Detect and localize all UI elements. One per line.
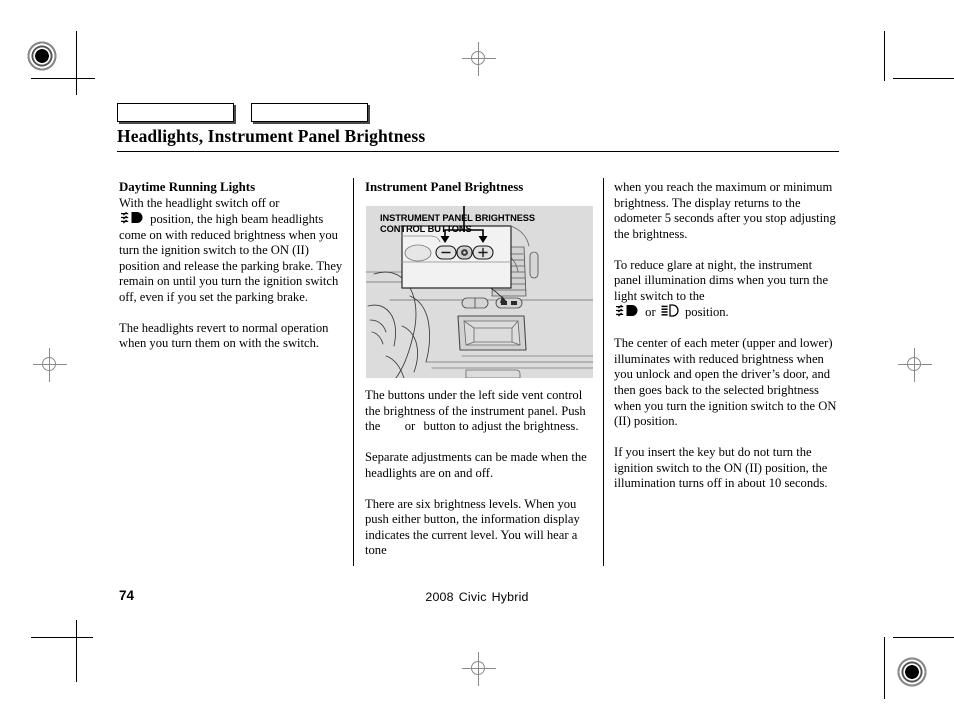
column-two-body: The buttons under the left side vent con…: [365, 388, 593, 559]
section-tab-row: [117, 103, 368, 122]
glare-text-part-2: position.: [684, 305, 729, 320]
page-title: Headlights, Instrument Panel Brightness: [117, 126, 426, 146]
ipb-text-conjunction: or: [404, 419, 416, 434]
parking-light-icon: [660, 304, 681, 317]
crop-mark-top-right-horizontal: [893, 78, 954, 79]
crop-mark-top-left-horizontal: [31, 78, 95, 79]
footer-model-name: 2008 Civic Hybrid: [0, 590, 954, 604]
crop-mark-top-right-vertical: [884, 31, 885, 81]
crop-mark-top-left-vertical: [76, 31, 77, 95]
section-tab-1[interactable]: [117, 103, 234, 122]
low-beam-headlight-icon: [120, 211, 146, 224]
column-three: when you reach the maximum or minimum br…: [614, 180, 842, 492]
title-underline-rule: [117, 151, 839, 152]
ipb-paragraph-1: The buttons under the left side vent con…: [365, 388, 593, 435]
crop-mark-bottom-left-horizontal: [31, 637, 93, 638]
registration-crosshair-bottom-center: [462, 652, 496, 686]
column-two: Instrument Panel Brightness: [365, 180, 593, 196]
crop-mark-bottom-right-horizontal: [893, 637, 954, 638]
ipb-paragraph-2: Separate adjustments can be made when th…: [365, 450, 587, 480]
registration-target-bottom-right: [897, 657, 927, 687]
footer-model-year: 2008: [425, 590, 454, 604]
footer-model-line: Civic: [458, 590, 487, 604]
column3-paragraph-3: The center of each meter (upper and lowe…: [614, 336, 837, 429]
glare-text-part-1: To reduce glare at night, the instrument…: [614, 257, 829, 303]
column-divider-right: [603, 178, 604, 566]
registration-crosshair-top-center: [462, 42, 496, 76]
section-tab-2[interactable]: [251, 103, 368, 122]
drl-text-before-symbol: With the headlight switch off or: [119, 195, 280, 210]
ipb-text-part-3: button to adjust the brightness.: [423, 419, 579, 434]
crop-mark-bottom-right-vertical: [884, 637, 885, 699]
daytime-running-lights-paragraph-1: With the headlight switch off or positio…: [119, 196, 345, 306]
daytime-running-lights-paragraph-2: The headlights revert to normal operatio…: [119, 320, 329, 351]
instrument-panel-brightness-heading: Instrument Panel Brightness: [365, 180, 524, 194]
manual-page: Headlights, Instrument Panel Brightness …: [0, 0, 954, 710]
instrument-panel-brightness-figure: INSTRUMENT PANEL BRIGHTNESS CONTROL BUTT…: [366, 206, 593, 378]
column-one: Daytime Running Lights With the headligh…: [119, 180, 345, 352]
registration-crosshair-left-middle: [33, 348, 67, 382]
ipb-paragraph-3: There are six brightness levels. When yo…: [365, 496, 580, 558]
glare-text-conjunction: or: [645, 305, 656, 320]
column-divider-left: [353, 178, 354, 566]
registration-crosshair-right-middle: [898, 348, 932, 382]
registration-target-top-left: [27, 41, 57, 71]
figure-caption: INSTRUMENT PANEL BRIGHTNESS CONTROL BUTT…: [380, 213, 536, 234]
crop-mark-bottom-left-vertical: [76, 620, 77, 682]
column3-paragraph-1: when you reach the maximum or minimum br…: [614, 180, 836, 241]
low-beam-headlight-icon-2: [615, 304, 641, 317]
daytime-running-lights-heading: Daytime Running Lights: [119, 180, 256, 194]
footer-model-trim: Hybrid: [491, 590, 529, 604]
column3-paragraph-4: If you insert the key but do not turn th…: [614, 445, 828, 491]
column3-paragraph-2: To reduce glare at night, the instrument…: [614, 258, 842, 321]
drl-text-after-symbol: position, the high beam headlights come …: [119, 212, 343, 304]
